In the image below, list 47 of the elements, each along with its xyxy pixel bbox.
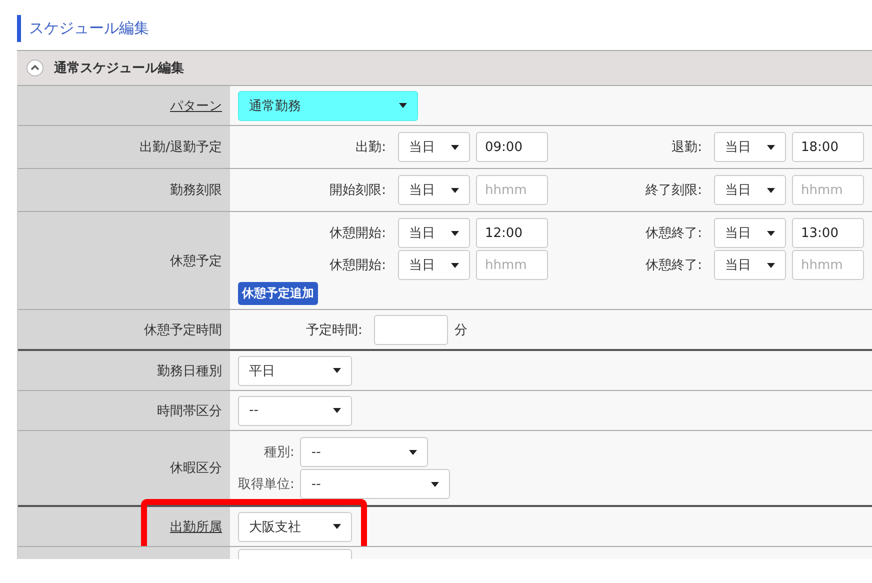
field-link[interactable]: パターン — [170, 96, 222, 114]
field-label: 休憩予定時間 — [144, 322, 222, 338]
field-link[interactable]: 出勤所属 — [170, 518, 222, 536]
dropdown-field[interactable]: -- — [300, 469, 450, 499]
field-label: 勤務刻限 — [170, 182, 222, 199]
dropdown-field[interactable]: -- — [300, 437, 428, 467]
field-label: 休憩予定 — [170, 252, 222, 270]
time-field[interactable]: 13:00 — [792, 218, 864, 248]
time-field[interactable]: 18:00 — [792, 132, 864, 162]
field-label: 休暇区分 — [170, 460, 222, 477]
time-field[interactable]: 12:00 — [476, 218, 548, 248]
field-label: 種別: — [264, 444, 294, 461]
field-label: 出勤/退勤予定 — [140, 139, 222, 156]
day-dropdown[interactable]: 当日 — [398, 132, 470, 162]
day-dropdown[interactable]: 当日 — [398, 175, 470, 205]
day-dropdown[interactable]: 当日 — [714, 250, 786, 280]
time-field[interactable]: hhmm — [792, 175, 864, 205]
field-label: 休憩終了: — [646, 225, 703, 242]
field-label: 出勤: — [356, 139, 387, 156]
field-label: 休憩開始: — [330, 257, 387, 274]
field-label: 予定時間: — [306, 322, 364, 338]
time-field[interactable]: hhmm — [792, 250, 864, 280]
dropdown-field[interactable]: 通常勤務 — [238, 90, 418, 120]
field-label: 開始刻限: — [330, 182, 387, 199]
dropdown-field[interactable]: 大阪支社 — [238, 512, 352, 542]
time-field[interactable]: hhmm — [476, 175, 548, 205]
day-dropdown[interactable]: 当日 — [398, 218, 470, 248]
add-break-button[interactable]: 休憩予定追加 — [238, 282, 318, 305]
unit-label: 分 — [454, 322, 468, 338]
time-field[interactable]: 09:00 — [476, 132, 548, 162]
field-label: 取得単位: — [238, 476, 294, 493]
day-dropdown[interactable]: 当日 — [714, 175, 786, 205]
field-label: 勤務日種別 — [157, 362, 222, 380]
dropdown-field[interactable]: 平日 — [238, 356, 352, 386]
field-label: 終了刻限: — [646, 182, 703, 199]
field-label: 退勤: — [672, 139, 703, 156]
field-label: 休憩終了: — [646, 257, 703, 274]
day-dropdown[interactable]: 当日 — [398, 250, 470, 280]
page-title: スケジュール編集 — [17, 15, 149, 42]
day-dropdown[interactable]: 当日 — [714, 218, 786, 248]
section-title: 通常スケジュール編集 — [54, 60, 184, 77]
section-header[interactable]: 通常スケジュール編集 — [17, 50, 872, 85]
time-field[interactable]: hhmm — [476, 250, 548, 280]
day-dropdown[interactable]: 当日 — [714, 132, 786, 162]
field-label: 休憩開始: — [330, 225, 387, 242]
field-label: 時間帯区分 — [157, 402, 222, 420]
dropdown-field[interactable]: -- — [238, 396, 352, 426]
